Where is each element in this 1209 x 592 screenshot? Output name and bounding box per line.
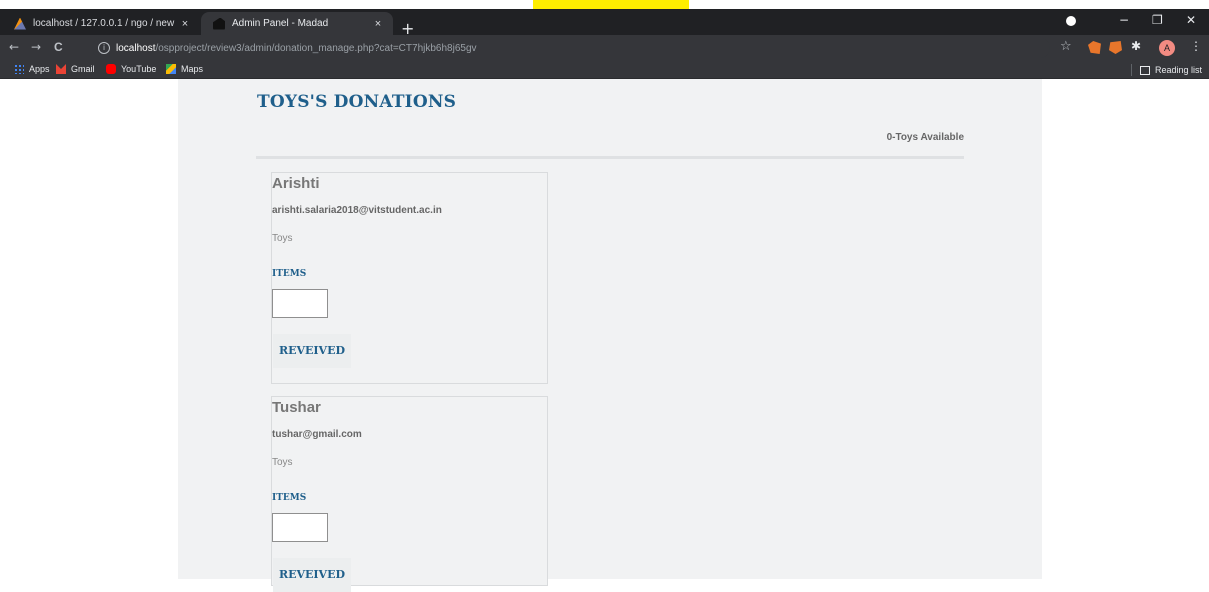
bookmark-label: YouTube: [121, 64, 157, 74]
tab-admin-panel[interactable]: Admin Panel - Madad ×: [201, 12, 393, 35]
bookmark-youtube[interactable]: YouTube: [106, 64, 156, 74]
avatar[interactable]: A: [1159, 40, 1175, 56]
bookmark-gmail[interactable]: Gmail: [56, 64, 95, 74]
bookmark-star-icon[interactable]: ☆: [1060, 39, 1073, 54]
maps-icon: [166, 64, 176, 74]
main-content: TOYS'S DONATIONS 0-Toys Available Arisht…: [178, 79, 1042, 592]
tab-bar: localhost / 127.0.0.1 / ngo / new × Admi…: [0, 9, 1209, 37]
window-close-button[interactable]: ✕: [1186, 13, 1196, 27]
profile-indicator-icon[interactable]: [1066, 16, 1076, 26]
minimize-button[interactable]: −: [1119, 13, 1129, 27]
donation-category: Toys: [272, 233, 293, 244]
phpmyadmin-icon: [14, 17, 26, 30]
donation-card: Arishti arishti.salaria2018@vitstudent.a…: [271, 172, 548, 384]
youtube-icon: [106, 64, 116, 74]
donor-name: Tushar: [272, 399, 321, 416]
url-host: localhost: [116, 42, 156, 54]
donation-card: Tushar tushar@gmail.com Toys ITEMS REVEI…: [271, 396, 548, 592]
received-button[interactable]: REVEIVED: [273, 334, 351, 368]
reading-list-label: Reading list: [1155, 65, 1203, 75]
bookmark-label: Apps: [29, 64, 50, 74]
received-button[interactable]: REVEIVED: [273, 558, 351, 592]
reading-list-button[interactable]: Reading list: [1131, 64, 1202, 76]
madad-icon: [213, 17, 225, 30]
back-button[interactable]: ←: [9, 40, 19, 54]
tab-phpmyadmin[interactable]: localhost / 127.0.0.1 / ngo / new ×: [6, 12, 200, 35]
close-icon[interactable]: ×: [178, 18, 192, 30]
bookmarks-bar: Apps Gmail YouTube Maps Reading list: [0, 61, 1209, 79]
url-path: /ospproject/review3/admin/donation_manag…: [155, 42, 477, 54]
extension-fox-icon[interactable]: [1088, 41, 1101, 54]
items-input[interactable]: [272, 513, 328, 542]
items-label: ITEMS: [272, 493, 307, 503]
apps-grid-icon: [14, 64, 24, 74]
forward-button[interactable]: →: [31, 40, 41, 54]
browser-menu-icon[interactable]: ⋮: [1190, 39, 1202, 53]
donor-email: arishti.salaria2018@vitstudent.ac.in: [272, 205, 442, 216]
info-icon[interactable]: i: [98, 42, 110, 54]
reading-list-icon: [1140, 65, 1150, 75]
reload-button[interactable]: C: [54, 40, 63, 54]
close-icon[interactable]: ×: [371, 18, 385, 30]
bookmark-label: Gmail: [71, 64, 95, 74]
separator: [1131, 64, 1132, 76]
divider: [256, 156, 964, 159]
page-title: TOYS'S DONATIONS: [257, 92, 457, 112]
address-bar[interactable]: i localhost /ospproject/review3/admin/do…: [92, 38, 1050, 58]
extension-metamask-icon[interactable]: [1109, 41, 1122, 54]
bookmark-apps[interactable]: Apps: [14, 64, 50, 74]
page-viewport: TOYS'S DONATIONS 0-Toys Available Arisht…: [0, 79, 1209, 592]
available-count: 0-Toys Available: [886, 132, 964, 143]
items-label: ITEMS: [272, 269, 307, 279]
browser-toolbar: ← → C i localhost /ospproject/review3/ad…: [0, 35, 1209, 61]
highlight-mark: [533, 0, 689, 9]
donor-name: Arishti: [272, 175, 320, 192]
tab-title: localhost / 127.0.0.1 / ngo / new: [33, 18, 175, 29]
extensions-puzzle-icon[interactable]: ✱: [1131, 39, 1144, 53]
gmail-icon: [56, 64, 66, 74]
donation-category: Toys: [272, 457, 293, 468]
bookmark-label: Maps: [181, 64, 204, 74]
bookmark-maps[interactable]: Maps: [166, 64, 203, 74]
donor-email: tushar@gmail.com: [272, 429, 362, 440]
restore-button[interactable]: ❐: [1152, 13, 1163, 27]
tab-title: Admin Panel - Madad: [232, 18, 329, 29]
items-input[interactable]: [272, 289, 328, 318]
